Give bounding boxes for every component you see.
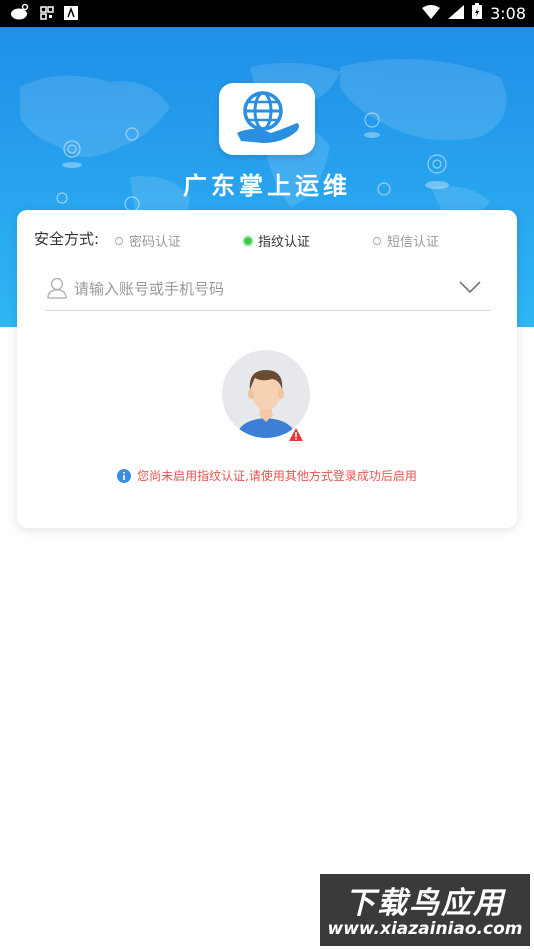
app-title: 广东掌上运维 — [183, 172, 351, 200]
radio-icon[interactable] — [115, 236, 123, 245]
status-time: 3:08 — [490, 3, 526, 23]
watermark-title: 下载鸟应用 — [345, 886, 505, 921]
status-right-icons: 3:08 — [422, 3, 526, 23]
globe-hand-icon — [237, 91, 299, 143]
option-label: 密码认证 — [129, 235, 182, 250]
text-icon — [64, 5, 78, 24]
chevron-down-icon[interactable] — [459, 281, 481, 293]
radio-selected-icon[interactable] — [244, 236, 252, 245]
option-label: 短信认证 — [387, 235, 440, 250]
account-input[interactable]: 请输入账号或手机号码 — [45, 270, 491, 311]
notice-text: 您尚未启用指纹认证,请使用其他方式登录成功后启用 — [137, 469, 417, 483]
option-fingerprint[interactable]: 指纹认证 — [244, 231, 310, 250]
info-icon — [117, 468, 132, 483]
user-avatar-icon — [236, 370, 296, 438]
account-placeholder: 请输入账号或手机号码 — [74, 280, 225, 298]
watermark: 下载鸟应用 www.xiazainiao.com — [320, 874, 530, 946]
radio-icon[interactable] — [373, 236, 381, 245]
weibo-icon — [10, 3, 30, 25]
wifi-icon — [422, 4, 441, 23]
login-card: 安全方式: 密码认证 指纹认证 短信认证 请输入账号或手机号码 您尚未启用指纹认… — [17, 210, 517, 528]
user-icon — [47, 277, 67, 299]
watermark-url: www.xiazainiao.com — [327, 919, 523, 939]
signal-icon — [448, 4, 465, 23]
battery-icon — [472, 3, 483, 23]
option-sms[interactable]: 短信认证 — [373, 231, 439, 250]
status-left-icons — [10, 3, 78, 25]
option-password[interactable]: 密码认证 — [115, 231, 181, 250]
security-method-row: 安全方式: — [34, 228, 99, 249]
warning-icon — [289, 428, 303, 441]
app-logo — [219, 83, 315, 155]
qr-icon — [40, 5, 54, 24]
fingerprint-notice: 您尚未启用指纹认证,请使用其他方式登录成功后启用 — [17, 467, 517, 484]
option-label: 指纹认证 — [258, 235, 311, 250]
avatar — [222, 350, 310, 438]
status-bar: 3:08 — [0, 0, 534, 27]
security-label: 安全方式: — [34, 230, 100, 248]
